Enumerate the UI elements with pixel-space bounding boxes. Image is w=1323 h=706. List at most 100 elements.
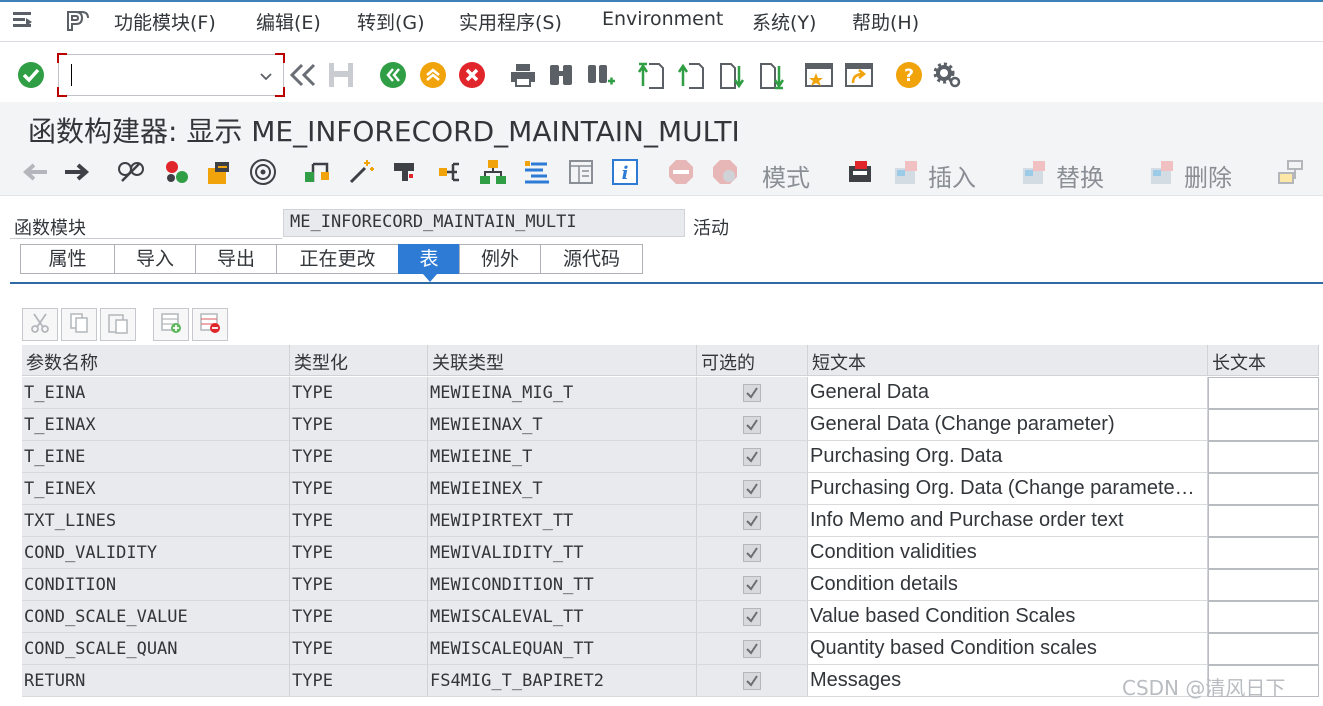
optional-checkbox[interactable] (743, 640, 761, 658)
optional-checkbox[interactable] (743, 672, 761, 690)
long-text-cell[interactable] (1208, 473, 1319, 505)
tab-exceptions[interactable]: 例外 (459, 244, 541, 274)
tab-tables[interactable]: 表 (398, 244, 460, 274)
insert-row-button[interactable] (153, 308, 189, 341)
hierarchy-icon[interactable] (436, 157, 466, 187)
command-field[interactable] (57, 53, 285, 97)
column-header-parameter-name[interactable]: 参数名称 (22, 345, 290, 376)
short-text-cell[interactable]: General Data (808, 377, 1208, 409)
active-inactive-icon[interactable] (162, 157, 192, 187)
short-text-cell[interactable]: Info Memo and Purchase order text (808, 505, 1208, 537)
info-icon[interactable]: i (610, 157, 640, 187)
optional-checkbox[interactable] (743, 576, 761, 594)
cut-button[interactable] (22, 308, 58, 341)
column-header-short-text[interactable]: 短文本 (808, 345, 1208, 376)
menu-goto[interactable]: 转到(G) (357, 8, 425, 35)
stop-icon[interactable] (666, 157, 696, 187)
replace-icon[interactable] (1020, 157, 1050, 187)
next-page-icon[interactable] (716, 60, 746, 90)
last-page-icon[interactable] (756, 60, 786, 90)
sap-logo-icon[interactable] (66, 10, 90, 36)
worklist-icon[interactable] (522, 157, 552, 187)
shortcut-icon[interactable] (844, 60, 874, 90)
paste-button[interactable] (100, 308, 136, 341)
short-text-cell[interactable]: Purchasing Org. Data (808, 441, 1208, 473)
optional-checkbox[interactable] (743, 608, 761, 626)
where-used-icon[interactable] (248, 157, 278, 187)
table-row[interactable]: COND_SCALE_QUAN TYPE MEWISCALEQUAN_TT Quant… (22, 633, 1323, 665)
menu-environment[interactable]: Environment (602, 8, 723, 30)
exit-icon[interactable] (418, 60, 448, 90)
short-text-cell[interactable]: Condition validities (808, 537, 1208, 569)
column-header-optional[interactable]: 可选的 (697, 345, 808, 376)
optional-checkbox[interactable] (743, 448, 761, 466)
column-header-typing[interactable]: 类型化 (290, 345, 428, 376)
clipboard-icon[interactable] (846, 157, 876, 187)
optional-checkbox[interactable] (743, 416, 761, 434)
settings-gear-icon[interactable] (932, 60, 962, 90)
optional-checkbox[interactable] (743, 480, 761, 498)
insert-button[interactable]: 插入 (928, 158, 976, 193)
menu-function-module[interactable]: 功能模块(F) (114, 8, 216, 35)
forward-arrow-icon[interactable] (62, 157, 92, 187)
print-icon[interactable] (508, 60, 538, 90)
long-text-cell[interactable] (1208, 409, 1319, 441)
enter-check-icon[interactable] (16, 60, 46, 90)
help-icon[interactable]: ? (894, 60, 924, 90)
replace-button[interactable]: 替换 (1056, 158, 1104, 193)
column-header-associated-type[interactable]: 关联类型 (428, 345, 697, 376)
copy-button[interactable] (61, 308, 97, 341)
table-row[interactable]: CONDITION TYPE MEWICONDITION_TT Condition d… (22, 569, 1323, 601)
menu-help[interactable]: 帮助(H) (852, 8, 919, 35)
short-text-cell[interactable]: General Data (Change parameter) (808, 409, 1208, 441)
back-double-chevron-icon[interactable] (288, 60, 318, 90)
find-icon[interactable] (546, 60, 576, 90)
tab-attributes[interactable]: 属性 (20, 244, 115, 274)
menu-edit[interactable]: 编辑(E) (256, 8, 321, 35)
optional-checkbox[interactable] (743, 544, 761, 562)
table-row[interactable]: T_EINA TYPE MEWIEINA_MIG_T General Data (22, 377, 1323, 409)
optional-checkbox[interactable] (743, 384, 761, 402)
optional-checkbox[interactable] (743, 512, 761, 530)
table-row[interactable]: COND_SCALE_VALUE TYPE MEWISCALEVAL_TT Value… (22, 601, 1323, 633)
menu-utilities[interactable]: 实用程序(S) (459, 8, 562, 35)
document-icon[interactable] (566, 157, 596, 187)
long-text-cell[interactable] (1208, 601, 1319, 633)
delete-row-button[interactable] (192, 308, 228, 341)
object-list-tree-icon[interactable] (478, 157, 508, 187)
delete-button[interactable]: 删除 (1184, 158, 1232, 193)
menu-system[interactable]: 系统(Y) (752, 8, 816, 35)
previous-page-icon[interactable] (676, 60, 706, 90)
short-text-cell[interactable]: Purchasing Org. Data (Change paramete… (808, 473, 1208, 505)
find-next-icon[interactable] (586, 60, 616, 90)
long-text-cell[interactable] (1208, 633, 1319, 665)
short-text-cell[interactable]: Value based Condition Scales (808, 601, 1208, 633)
stop-user-icon[interactable] (710, 157, 740, 187)
cancel-icon[interactable] (457, 60, 487, 90)
long-text-cell[interactable] (1208, 377, 1319, 409)
function-module-field[interactable]: ME_INFORECORD_MAINTAIN_MULTI (283, 209, 685, 237)
create-session-icon[interactable] (804, 60, 834, 90)
table-row[interactable]: T_EINEX TYPE MEWIEINEX_T Purchasing Org. Da… (22, 473, 1323, 505)
long-text-cell[interactable] (1208, 505, 1319, 537)
display-change-glasses-icon[interactable] (116, 157, 146, 187)
back-icon[interactable] (378, 60, 408, 90)
tab-export[interactable]: 导出 (195, 244, 277, 274)
chevron-down-icon[interactable] (259, 67, 273, 86)
stamp-icon[interactable] (390, 157, 420, 187)
insert-icon[interactable] (892, 157, 922, 187)
menu-toggle-icon[interactable] (12, 10, 34, 34)
short-text-cell[interactable]: Condition details (808, 569, 1208, 601)
long-text-cell[interactable] (1208, 441, 1319, 473)
test-icon[interactable] (302, 157, 332, 187)
back-arrow-icon[interactable] (20, 157, 50, 187)
check-object-icon[interactable] (204, 157, 234, 187)
table-row[interactable]: T_EINAX TYPE MEWIEINAX_T General Data (Chan… (22, 409, 1323, 441)
more-options-icon[interactable] (1276, 157, 1306, 187)
delete-icon[interactable] (1148, 157, 1178, 187)
column-header-long-text[interactable]: 长文本 (1208, 345, 1319, 376)
first-page-icon[interactable] (636, 60, 666, 90)
tab-changing[interactable]: 正在更改 (276, 244, 399, 274)
tab-source-code[interactable]: 源代码 (540, 244, 643, 274)
table-row[interactable]: T_EINE TYPE MEWIEINE_T Purchasing Org. Data (22, 441, 1323, 473)
